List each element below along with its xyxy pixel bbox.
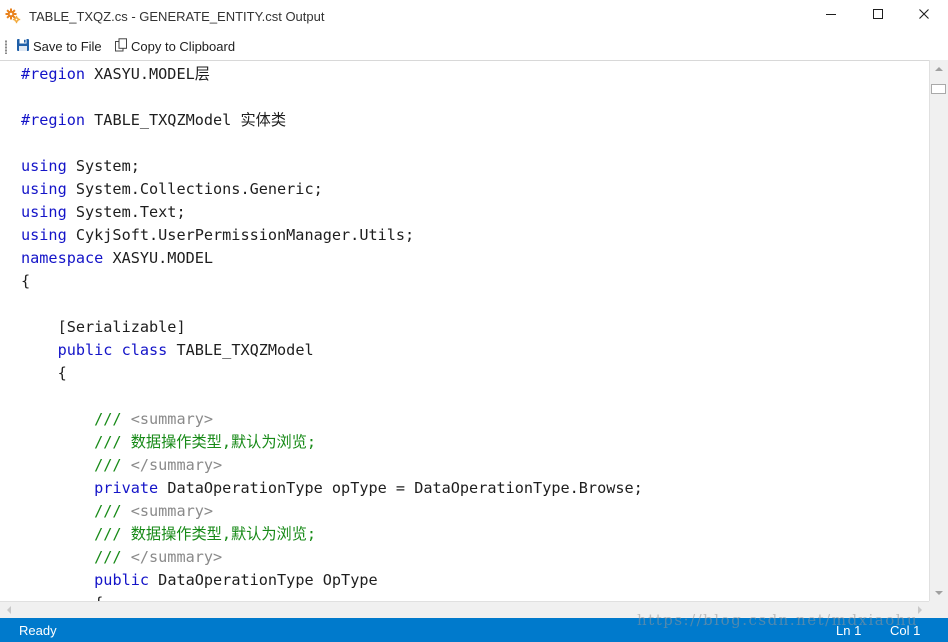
copy-to-clipboard-label: Copy to Clipboard: [131, 39, 236, 54]
window-title: TABLE_TXQZ.cs - GENERATE_ENTITY.cst Outp…: [29, 9, 325, 24]
code-token: </summary>: [121, 456, 223, 474]
code-token: XASYU.MODEL: [103, 249, 214, 267]
scroll-left-arrow-icon[interactable]: [0, 602, 17, 618]
code-line: namespace XASYU.MODEL: [21, 247, 643, 270]
code-token: {: [21, 272, 31, 290]
code-line: {: [21, 362, 643, 385]
code-token: ///: [21, 410, 122, 428]
code-line: {: [21, 270, 643, 293]
code-line: using System.Text;: [21, 201, 643, 224]
code-token: XASYU.MODEL层: [94, 65, 210, 83]
code-text: #region XASYU.MODEL层 #region TABLE_TXQZM…: [21, 63, 643, 601]
code-token: using: [21, 180, 67, 198]
code-token: TABLE_TXQZModel: [167, 341, 314, 359]
minimize-button[interactable]: [808, 0, 854, 32]
code-editor[interactable]: #region XASYU.MODEL层 #region TABLE_TXQZM…: [0, 60, 929, 601]
save-to-file-label: Save to File: [33, 39, 102, 54]
code-line: /// </summary>: [21, 454, 643, 477]
code-line: public DataOperationType OpType: [21, 569, 643, 592]
vertical-scrollbar[interactable]: [929, 60, 948, 601]
scroll-down-arrow-icon[interactable]: [930, 584, 948, 601]
code-token: using: [21, 203, 67, 221]
code-token: ///: [21, 456, 122, 474]
title-bar: TABLE_TXQZ.cs - GENERATE_ENTITY.cst Outp…: [0, 0, 948, 32]
code-token: TABLE_TXQZModel 实体类: [94, 111, 287, 129]
code-token: ///: [21, 548, 122, 566]
code-token: public class: [57, 341, 168, 359]
code-line: /// </summary>: [21, 546, 643, 569]
code-token: ///: [21, 502, 122, 520]
code-line: /// <summary>: [21, 408, 643, 431]
maximize-button[interactable]: [855, 0, 901, 32]
code-token: public: [94, 571, 150, 589]
code-token: using: [21, 157, 67, 175]
code-token: #region: [21, 65, 95, 83]
status-text: Ready: [19, 623, 57, 638]
gear-icon: [5, 8, 21, 24]
watermark: https://blog.csdn.net/mdxiaohu: [637, 611, 919, 629]
code-token: <summary>: [121, 410, 214, 428]
scrollbar-corner: [929, 601, 948, 618]
code-token: System;: [66, 157, 140, 175]
code-token: CykjSoft.UserPermissionManager.Utils;: [66, 226, 415, 244]
code-line: /// 数据操作类型,默认为浏览;: [21, 523, 643, 546]
code-line: private DataOperationType opType = DataO…: [21, 477, 643, 500]
code-line: #region TABLE_TXQZModel 实体类: [21, 109, 643, 132]
code-token: System.Text;: [66, 203, 186, 221]
code-token: #region: [21, 111, 95, 129]
code-token: namespace: [21, 249, 104, 267]
minimize-icon: [825, 7, 837, 25]
code-line: #region XASYU.MODEL层: [21, 63, 643, 86]
code-line: {: [21, 592, 643, 601]
code-token: /// 数据操作类型,默认为浏览;: [21, 525, 317, 543]
toolbar: Save to File Copy to Clipboard: [0, 33, 948, 60]
code-token: DataOperationType OpType: [149, 571, 378, 589]
code-line: using System.Collections.Generic;: [21, 178, 643, 201]
copy-icon: [114, 38, 131, 55]
code-line: /// <summary>: [21, 500, 643, 523]
code-token: private: [94, 479, 159, 497]
code-token: System.Collections.Generic;: [66, 180, 323, 198]
code-token: [Serializable]: [21, 318, 186, 336]
code-line: public class TABLE_TXQZModel: [21, 339, 643, 362]
scroll-up-arrow-icon[interactable]: [930, 60, 948, 77]
toolbar-grip[interactable]: [5, 40, 7, 54]
code-token: /// 数据操作类型,默认为浏览;: [21, 433, 317, 451]
copy-to-clipboard-button[interactable]: Copy to Clipboard: [114, 36, 235, 57]
code-line: using System;: [21, 155, 643, 178]
code-token: </summary>: [121, 548, 223, 566]
code-line: /// 数据操作类型,默认为浏览;: [21, 431, 643, 454]
maximize-icon: [872, 7, 884, 25]
code-token: DataOperationType opType = DataOperation…: [158, 479, 643, 497]
close-icon: [918, 7, 930, 25]
code-line: [Serializable]: [21, 316, 643, 339]
code-token: {: [21, 364, 67, 382]
code-token: <summary>: [121, 502, 214, 520]
code-token: using: [21, 226, 67, 244]
save-icon: [16, 38, 33, 55]
save-to-file-button[interactable]: Save to File: [16, 36, 102, 57]
vertical-scroll-thumb[interactable]: [931, 84, 946, 94]
code-token: {: [21, 594, 103, 601]
close-button[interactable]: [901, 0, 947, 32]
code-line: using CykjSoft.UserPermissionManager.Uti…: [21, 224, 643, 247]
